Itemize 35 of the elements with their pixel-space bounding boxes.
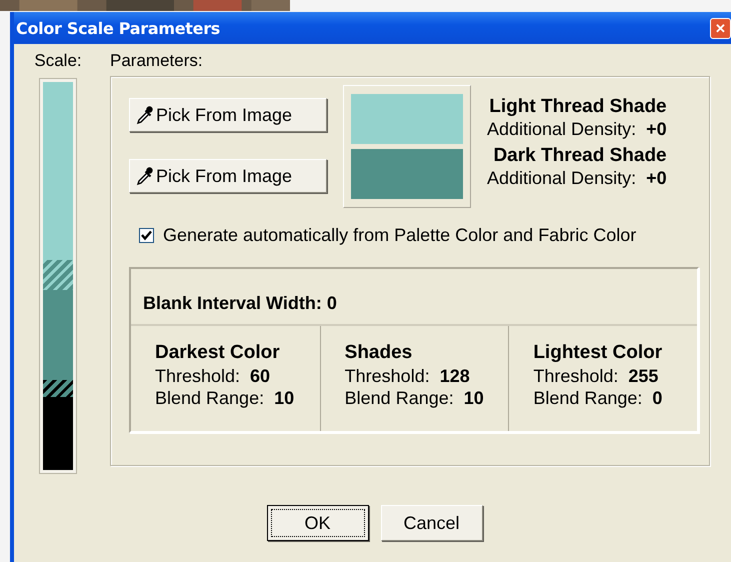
threshold-value: 60 xyxy=(250,365,270,387)
eyedropper-icon xyxy=(136,105,154,125)
blank-interval-width: Blank Interval Width: 0 xyxy=(131,269,697,326)
range-title: Darkest Color xyxy=(155,341,281,365)
threshold-value: 128 xyxy=(440,365,470,387)
ok-button[interactable]: OK xyxy=(266,505,368,541)
window-title: Color Scale Parameters xyxy=(16,18,220,38)
scale-label: Scale: xyxy=(34,50,82,72)
range-title: Shades xyxy=(344,341,414,365)
blend-range-value: 0 xyxy=(652,387,662,409)
density-value: +0 xyxy=(646,118,667,140)
density-value: +0 xyxy=(646,167,667,189)
checkbox-label: Generate automatically from Palette Color and Fabric Color xyxy=(163,225,636,246)
close-button[interactable]: ✕ xyxy=(710,18,731,38)
threshold-label: Threshold: xyxy=(533,365,618,387)
shade-title: Light Thread Shade xyxy=(489,95,667,118)
density-label: Additional Density: xyxy=(487,118,636,140)
blend-range-value: 10 xyxy=(464,387,484,409)
range-title: Lightest Color xyxy=(533,341,664,365)
density-label: Additional Density: xyxy=(487,167,636,189)
threshold-value: 255 xyxy=(628,365,658,387)
cancel-button[interactable]: Cancel xyxy=(380,505,482,541)
eyedropper-icon xyxy=(136,166,154,186)
threshold-label: Threshold: xyxy=(344,365,430,387)
blend-range-label: Blend Range: xyxy=(155,387,264,409)
blend-range-value: 10 xyxy=(274,387,294,409)
pick-from-image-button[interactable]: Pick From Image xyxy=(129,98,327,132)
blend-range-label: Blend Range: xyxy=(533,387,642,409)
shade-title: Dark Thread Shade xyxy=(493,144,667,167)
checkbox[interactable] xyxy=(139,228,154,243)
threshold-label: Threshold: xyxy=(155,365,240,387)
checkmark-icon xyxy=(141,230,152,241)
blend-range-label: Blend Range: xyxy=(344,387,454,409)
pick-from-image-button[interactable]: Pick From Image xyxy=(129,159,327,193)
parameters-label: Parameters: xyxy=(110,50,204,72)
